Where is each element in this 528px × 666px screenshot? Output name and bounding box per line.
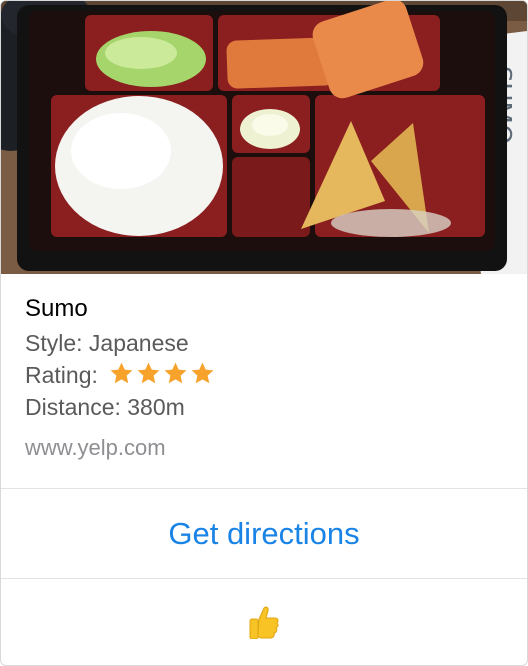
star-icon bbox=[110, 362, 133, 384]
rating-stars bbox=[108, 361, 216, 394]
get-directions-button[interactable]: Get directions bbox=[1, 490, 527, 578]
divider bbox=[1, 488, 527, 489]
rating-label: Rating: bbox=[25, 362, 98, 388]
star-icon bbox=[191, 362, 214, 384]
restaurant-photo[interactable]: SUMO bbox=[1, 1, 527, 274]
bento-box-image: SUMO bbox=[1, 1, 527, 274]
thumbs-up-icon bbox=[249, 606, 279, 639]
place-info: Sumo Style: Japanese Rating: Distance: 3… bbox=[25, 291, 507, 465]
distance: Distance: 380m bbox=[25, 394, 185, 420]
rating-row: Rating: bbox=[25, 359, 507, 391]
cuisine-style: Style: Japanese bbox=[25, 330, 189, 356]
star-icon bbox=[137, 362, 160, 384]
source-link[interactable]: www.yelp.com bbox=[25, 431, 507, 465]
place-name: Sumo bbox=[25, 295, 88, 322]
thumbs-up-button[interactable] bbox=[1, 579, 527, 665]
star-icon bbox=[164, 362, 187, 384]
place-card: SUMO bbox=[0, 0, 528, 666]
